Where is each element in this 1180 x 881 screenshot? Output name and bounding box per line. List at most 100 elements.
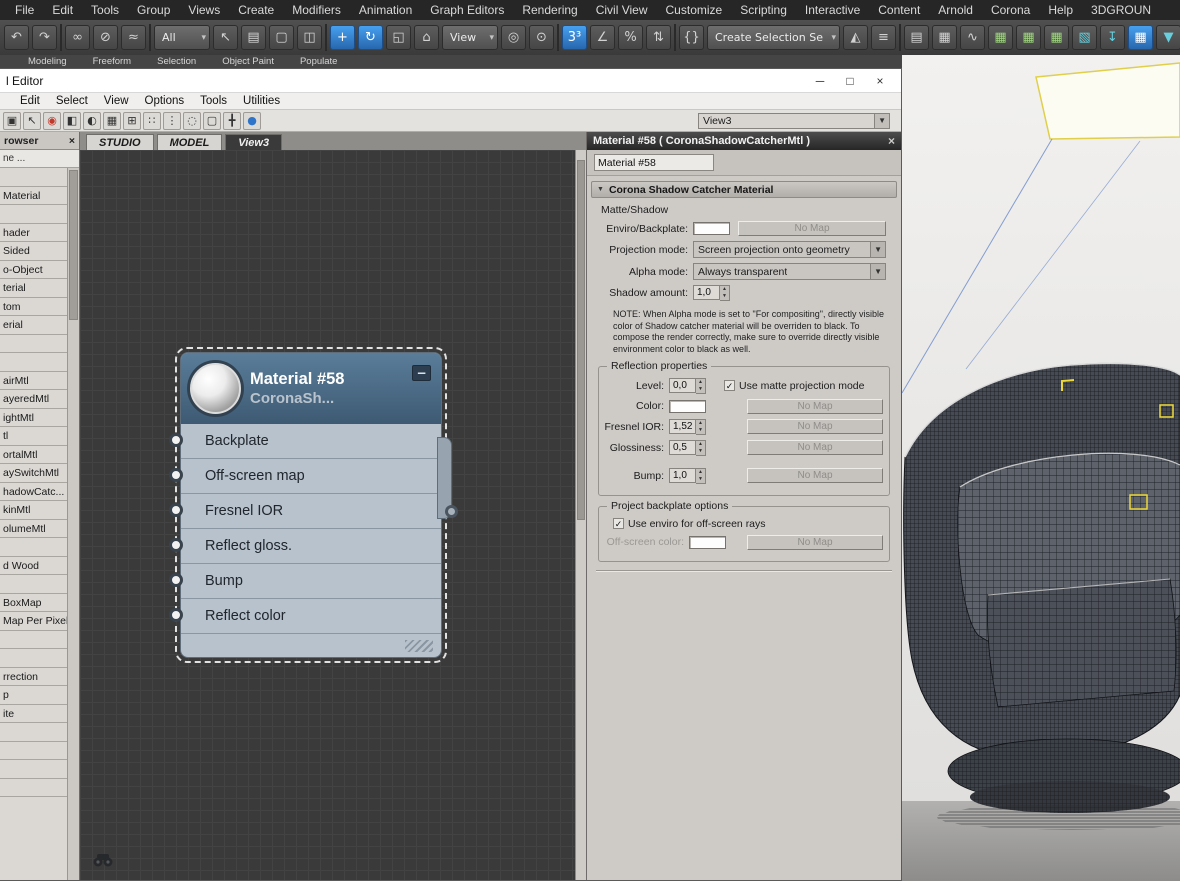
browser-search-input[interactable]: ne ... bbox=[0, 150, 79, 168]
select-by-name-icon[interactable]: ▤ bbox=[241, 25, 266, 50]
rollout-header[interactable]: ▼ Corona Shadow Catcher Material bbox=[591, 181, 897, 198]
browser-item[interactable]: airMtl bbox=[0, 372, 67, 391]
tab-studio[interactable]: STUDIO bbox=[86, 134, 154, 150]
menubar-item[interactable]: Arnold bbox=[929, 3, 982, 17]
material-name-field[interactable] bbox=[594, 154, 714, 171]
ribbon-tab[interactable]: Freeform bbox=[93, 55, 132, 68]
editor-menu-item[interactable]: Select bbox=[48, 95, 96, 107]
menubar-item[interactable]: Civil View bbox=[587, 3, 657, 17]
align-icon[interactable]: ≡ bbox=[871, 25, 896, 50]
editor-titlebar[interactable]: l Editor ─ □ × bbox=[0, 69, 901, 93]
browser-item[interactable]: Map Per Pixel bbox=[0, 612, 67, 631]
browser-item[interactable]: kinMtl bbox=[0, 501, 67, 520]
node-view-scrollbar[interactable] bbox=[575, 150, 586, 880]
glossiness-spinner[interactable]: 0,5 ▲▼ bbox=[669, 440, 706, 456]
show-shaded-material-icon[interactable]: ◐ bbox=[83, 112, 101, 130]
snap-toggle-icon[interactable]: 3³ bbox=[562, 25, 587, 50]
node-slot[interactable]: Backplate bbox=[181, 424, 441, 459]
divider[interactable] bbox=[899, 24, 901, 51]
use-center-icon[interactable]: ◎ bbox=[501, 25, 526, 50]
offscreen-map-button[interactable]: No Map bbox=[747, 535, 883, 550]
pick-material-icon[interactable]: ◉ bbox=[43, 112, 61, 130]
browser-close-icon[interactable]: × bbox=[69, 135, 75, 147]
browser-scrollbar[interactable] bbox=[67, 168, 79, 880]
shadow-amount-spinner[interactable]: 1,0 ▲▼ bbox=[693, 285, 730, 301]
tab-model[interactable]: MODEL bbox=[157, 134, 223, 150]
panel-close-icon[interactable]: × bbox=[884, 134, 895, 148]
input-socket-icon[interactable] bbox=[169, 608, 183, 622]
browser-item[interactable]: erial bbox=[0, 316, 67, 335]
editor-menu-item[interactable]: Utilities bbox=[235, 95, 288, 107]
redo-icon[interactable]: ↷ bbox=[32, 25, 57, 50]
hide-unused-slots-icon[interactable]: ◌ bbox=[183, 112, 201, 130]
material-editor-icon[interactable]: ▦ bbox=[1016, 25, 1041, 50]
select-placement-icon[interactable]: ⌂ bbox=[414, 25, 439, 50]
browser-item[interactable]: o-Object bbox=[0, 261, 67, 280]
projection-mode-dropdown[interactable]: Screen projection onto geometry ▼ bbox=[693, 241, 886, 258]
fresnel-map-button[interactable]: No Map bbox=[747, 419, 883, 434]
menubar-item[interactable]: File bbox=[6, 3, 43, 17]
editor-menu-item[interactable]: Options bbox=[137, 95, 193, 107]
selection-set-dropdown[interactable]: Create Selection Se bbox=[707, 25, 840, 50]
percent-snap-icon[interactable]: % bbox=[618, 25, 643, 50]
browser-item[interactable]: d Wood bbox=[0, 557, 67, 576]
menubar-item[interactable]: Help bbox=[1039, 3, 1082, 17]
browser-item[interactable] bbox=[0, 649, 67, 668]
menubar-item[interactable]: Group bbox=[128, 3, 179, 17]
node-slot[interactable]: Bump bbox=[181, 564, 441, 599]
clipboard-icon[interactable]: ▣ bbox=[3, 112, 21, 130]
schematic-view-icon[interactable]: ▦ bbox=[988, 25, 1013, 50]
browser-item[interactable] bbox=[0, 575, 67, 594]
rectangular-region-icon[interactable]: ▢ bbox=[269, 25, 294, 50]
browser-item[interactable]: terial bbox=[0, 279, 67, 298]
matte-projection-checkbox[interactable]: ✓ Use matte projection mode bbox=[724, 380, 864, 392]
browser-scrollbar-thumb[interactable] bbox=[69, 170, 78, 320]
divider[interactable] bbox=[60, 24, 62, 51]
ribbon-toggle-icon[interactable]: ▦ bbox=[932, 25, 957, 50]
pan-tool-icon[interactable]: ╋ bbox=[223, 112, 241, 130]
browser-item[interactable]: hader bbox=[0, 224, 67, 243]
menubar-item[interactable]: Animation bbox=[350, 3, 421, 17]
enviro-offscreen-checkbox[interactable]: ✓ Use enviro for off-screen rays bbox=[613, 518, 766, 530]
node-graph-canvas[interactable]: Material #58 CoronaSh... − bbox=[80, 150, 586, 880]
divider[interactable] bbox=[674, 24, 676, 51]
render-production-icon[interactable]: ↧ bbox=[1100, 25, 1125, 50]
input-socket-icon[interactable] bbox=[169, 573, 183, 587]
node-resize-grip[interactable] bbox=[405, 640, 433, 652]
browser-item[interactable]: ightMtl bbox=[0, 409, 67, 428]
divider[interactable] bbox=[557, 24, 559, 51]
angle-snap-icon[interactable]: ∠ bbox=[590, 25, 615, 50]
menubar-item[interactable]: Customize bbox=[657, 3, 732, 17]
browser-item[interactable]: p bbox=[0, 686, 67, 705]
view-selector-dropdown[interactable]: View3 ▼ bbox=[698, 113, 890, 129]
ribbon-tab[interactable]: Populate bbox=[300, 55, 338, 68]
unlink-selection-icon[interactable]: ⊘ bbox=[93, 25, 118, 50]
browser-item[interactable] bbox=[0, 168, 67, 187]
select-move-icon[interactable]: + bbox=[330, 25, 355, 50]
ribbon-tab[interactable]: Object Paint bbox=[222, 55, 274, 68]
browser-item[interactable] bbox=[0, 538, 67, 557]
menubar-item[interactable]: Create bbox=[229, 3, 283, 17]
menubar-item[interactable]: Interactive bbox=[796, 3, 869, 17]
input-socket-icon[interactable] bbox=[169, 503, 183, 517]
bump-spinner[interactable]: 1,0 ▲▼ bbox=[669, 468, 706, 484]
menubar-item[interactable]: Views bbox=[179, 3, 229, 17]
browser-item[interactable] bbox=[0, 631, 67, 650]
mirror-icon[interactable]: ◭ bbox=[843, 25, 868, 50]
menubar-item[interactable]: Edit bbox=[43, 3, 82, 17]
glossiness-map-button[interactable]: No Map bbox=[747, 440, 883, 455]
node-slot[interactable]: Off-screen map bbox=[181, 459, 441, 494]
select-object-icon[interactable]: ↖ bbox=[213, 25, 238, 50]
zoom-extents-icon[interactable]: ▢ bbox=[203, 112, 221, 130]
show-background-icon[interactable]: ▦ bbox=[103, 112, 121, 130]
menubar-item[interactable]: Scripting bbox=[731, 3, 796, 17]
browser-item[interactable]: BoxMap bbox=[0, 594, 67, 613]
node-collapse-button[interactable]: − bbox=[412, 365, 431, 381]
perspective-viewport[interactable] bbox=[902, 55, 1180, 881]
render-iterative-icon[interactable]: ▦ bbox=[1128, 25, 1153, 50]
editor-menu-item[interactable]: View bbox=[96, 95, 137, 107]
menubar-item[interactable]: 3DGROUN bbox=[1082, 3, 1160, 17]
bump-map-button[interactable]: No Map bbox=[747, 468, 883, 483]
spinner-arrows-icon[interactable]: ▲▼ bbox=[696, 378, 706, 394]
divider[interactable] bbox=[325, 24, 327, 51]
